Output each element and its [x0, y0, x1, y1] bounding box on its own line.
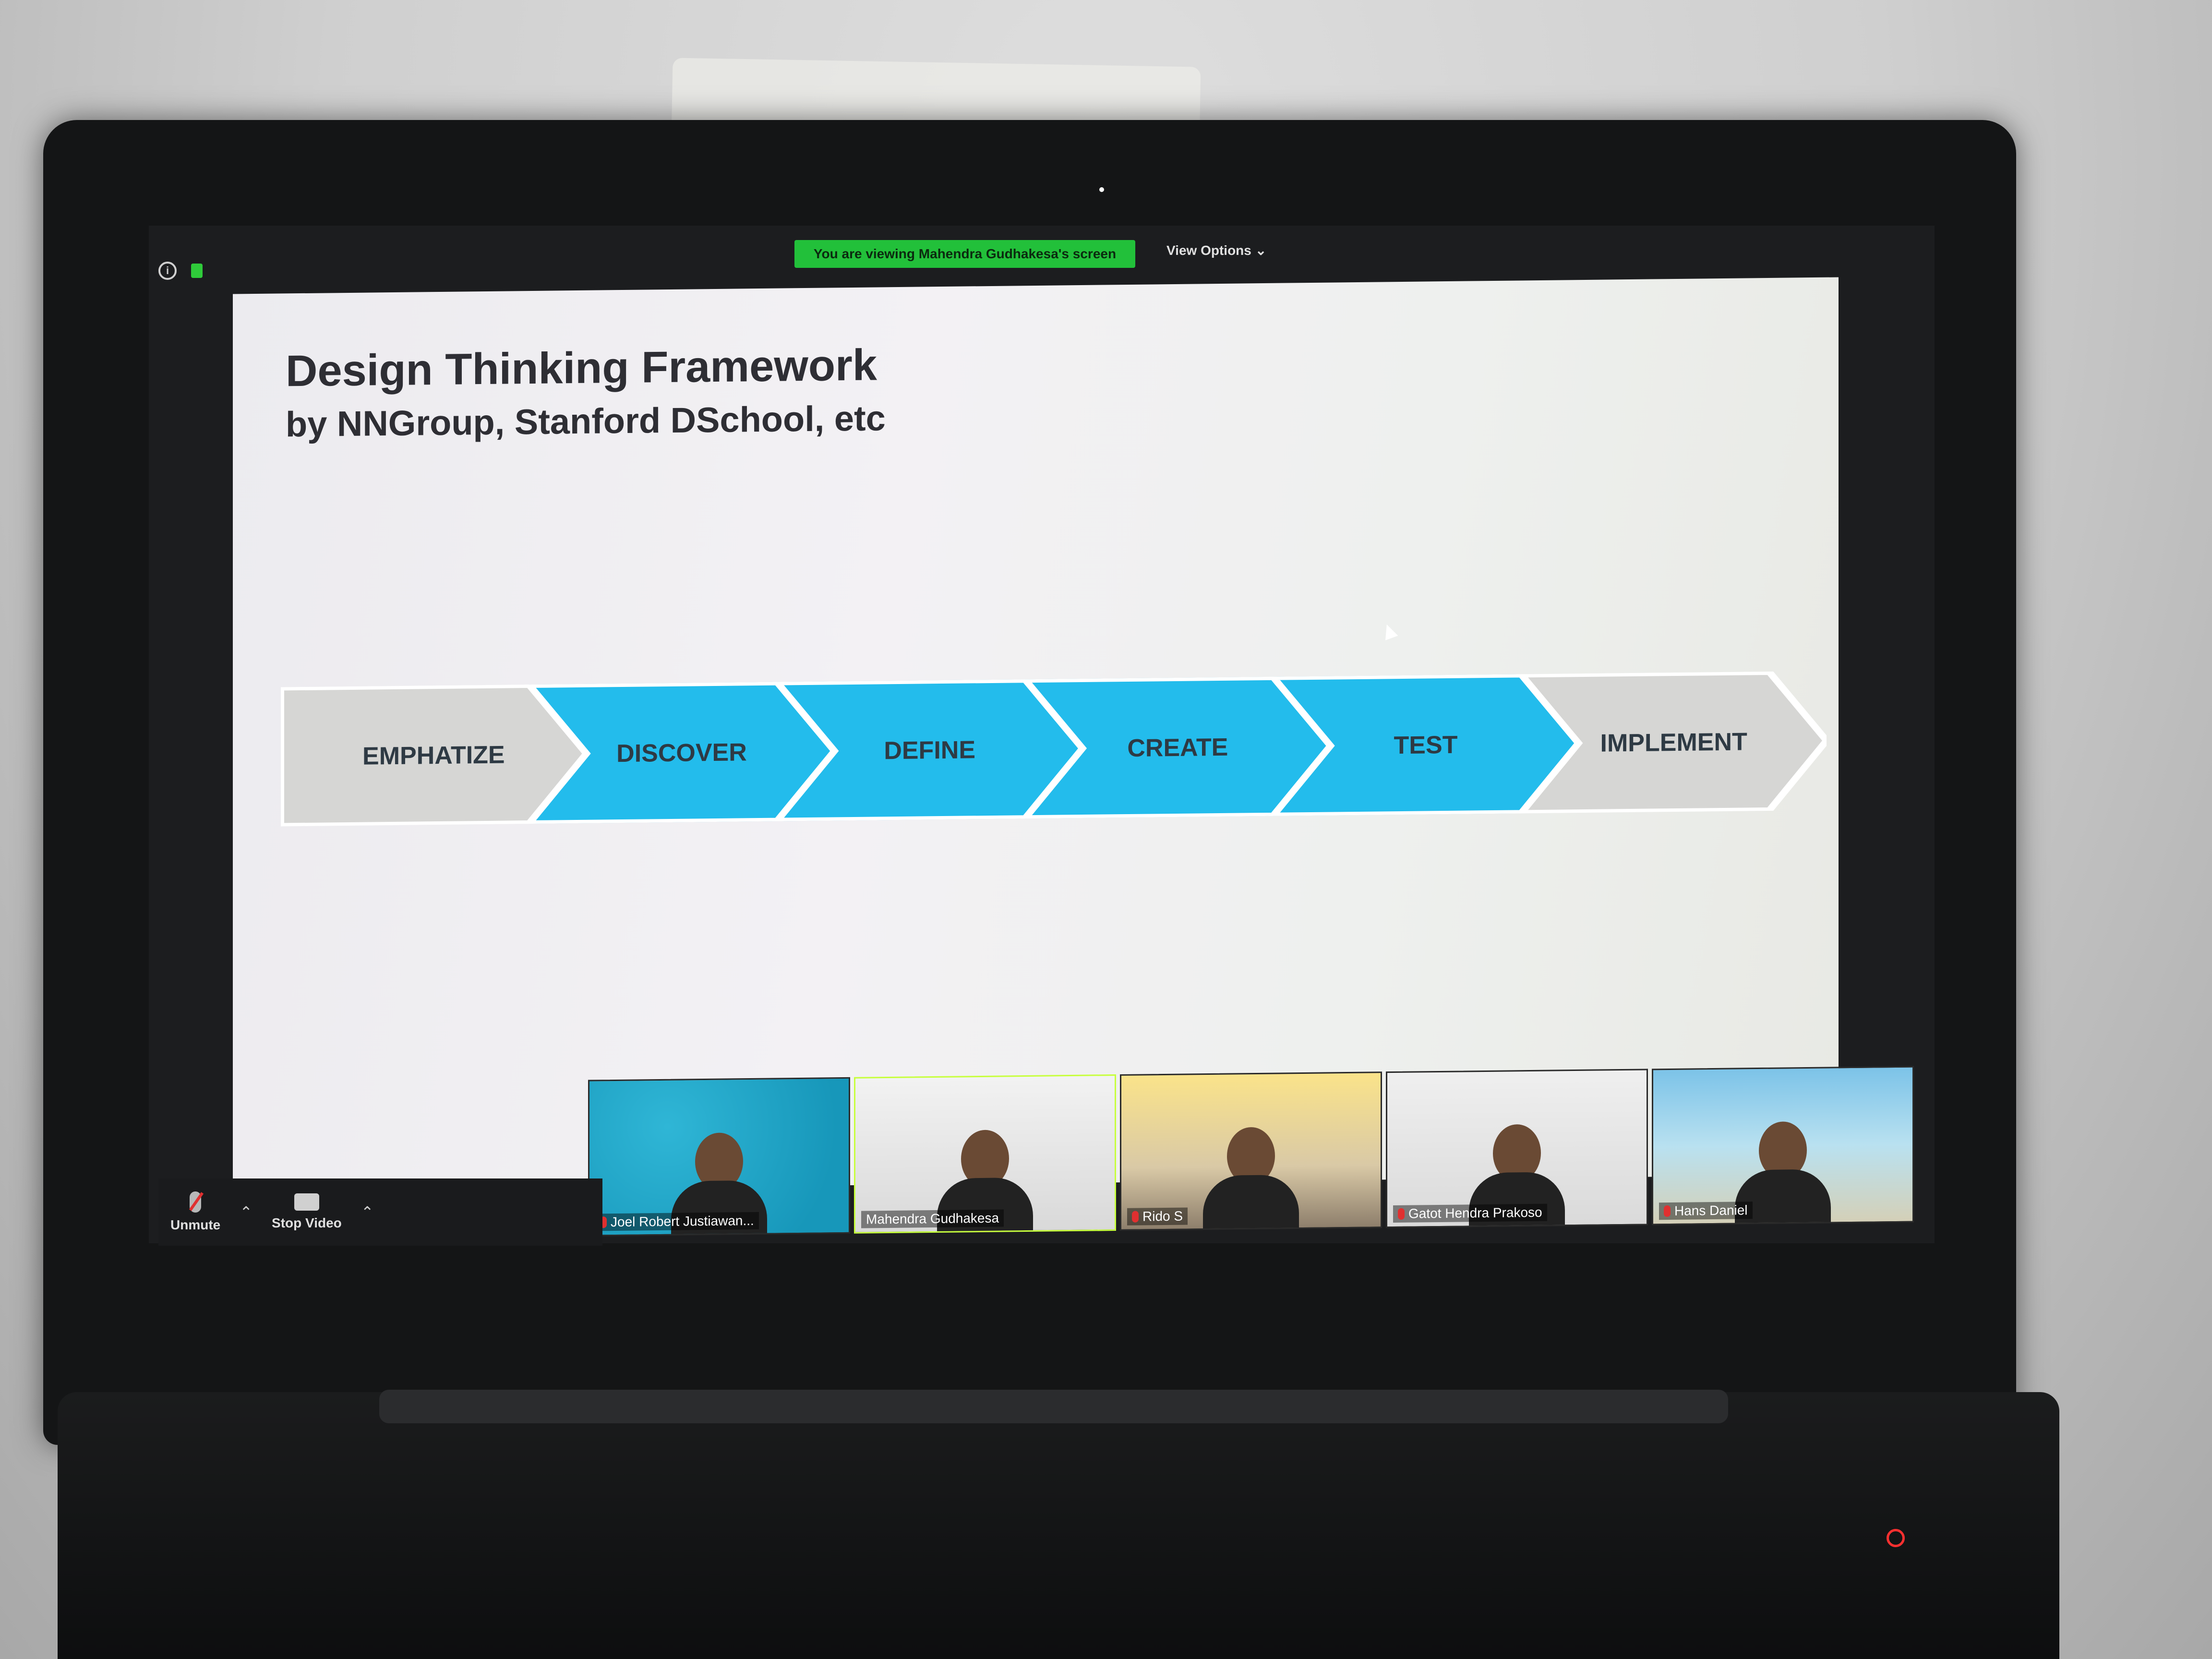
participant-name: Hans Daniel: [1674, 1202, 1748, 1218]
participant-video: [1203, 1127, 1299, 1231]
shared-slide: Design Thinking Framework by NNGroup, St…: [233, 277, 1839, 1192]
participant-name: Gatot Hendra Prakoso: [1408, 1204, 1542, 1221]
view-options-button[interactable]: View Options ⌄: [1166, 242, 1266, 258]
chevron-down-icon: ⌄: [1255, 243, 1267, 258]
design-thinking-process: EMPHATIZE DISCOVER DEFINE CREATE TEST IMPLEME…: [281, 671, 1827, 827]
participant-tile[interactable]: Mahendra Gudhakesa: [854, 1074, 1116, 1234]
participant-name: Rido S: [1142, 1208, 1183, 1224]
participant-name-label: Rido S: [1127, 1207, 1188, 1226]
laptop-base: [58, 1392, 2059, 1659]
mic-muted-icon: [1132, 1211, 1139, 1223]
mic-muted-icon: [190, 1191, 202, 1213]
unmute-label: Unmute: [170, 1217, 221, 1232]
mic-muted-icon: [1664, 1205, 1671, 1217]
slide-subtitle: by NNGroup, Stanford DSchool, etc: [286, 398, 886, 445]
participant-body: [1203, 1175, 1299, 1231]
meeting-status-icons: i: [158, 262, 203, 280]
mic-muted-icon: [1398, 1208, 1405, 1220]
stop-video-button[interactable]: Stop Video: [272, 1193, 342, 1231]
screen-share-banner: You are viewing Mahendra Gudhakesa's scr…: [794, 240, 1135, 268]
participant-name-label: Mahendra Gudhakesa: [861, 1209, 1004, 1228]
participant-name-label: Gatot Hendra Prakoso: [1393, 1203, 1547, 1223]
unmute-button[interactable]: Unmute: [170, 1191, 220, 1233]
laptop-hinge: [379, 1390, 1728, 1423]
participant-gallery: Joel Robert Justiawan... Mahendra Gudhak…: [588, 1066, 1923, 1238]
video-camera-icon: [294, 1193, 319, 1211]
participant-name-label: Hans Daniel: [1659, 1202, 1753, 1220]
info-icon[interactable]: i: [158, 262, 177, 280]
participant-tile[interactable]: Joel Robert Justiawan...: [588, 1077, 850, 1237]
process-step-label: CREATE: [1127, 733, 1228, 762]
slide-title: Design Thinking Framework: [286, 340, 877, 396]
process-step-label: EMPHATIZE: [362, 741, 505, 770]
participant-name: Joel Robert Justiawan...: [611, 1213, 754, 1230]
process-step-label: TEST: [1394, 731, 1458, 759]
lock-icon[interactable]: [191, 264, 203, 278]
webcam-dot: [1099, 187, 1104, 192]
video-options-chevron-icon[interactable]: ⌃: [361, 1203, 374, 1221]
process-step-label: DEFINE: [884, 736, 975, 765]
audio-options-chevron-icon[interactable]: ⌃: [240, 1203, 252, 1221]
participant-tile[interactable]: Rido S: [1120, 1071, 1382, 1231]
participant-tile[interactable]: Gatot Hendra Prakoso: [1386, 1069, 1648, 1228]
stop-video-label: Stop Video: [272, 1215, 342, 1230]
meeting-toolbar: Unmute ⌃ Stop Video ⌃: [158, 1178, 602, 1246]
power-icon: [1887, 1529, 1905, 1547]
participant-name: Mahendra Gudhakesa: [866, 1210, 999, 1227]
participant-name-label: Joel Robert Justiawan...: [595, 1212, 759, 1231]
view-options-label: View Options: [1166, 242, 1251, 258]
process-step-label: DISCOVER: [616, 738, 747, 768]
process-step-label: IMPLEMENT: [1600, 728, 1747, 757]
participant-tile[interactable]: Hans Daniel: [1652, 1066, 1914, 1226]
